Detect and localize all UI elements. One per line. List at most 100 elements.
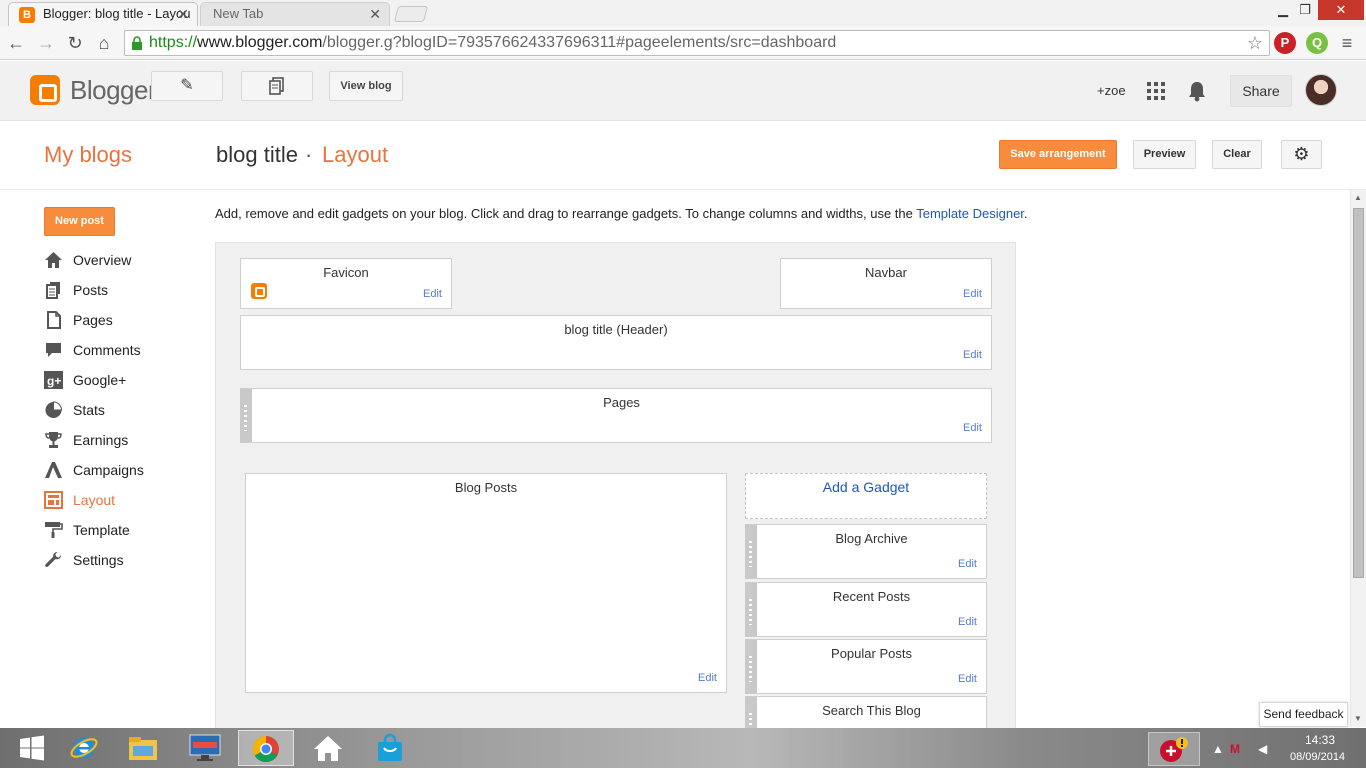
store-taskbar-button[interactable]: [362, 730, 418, 766]
edit-link[interactable]: Edit: [958, 558, 977, 570]
gadget-pages[interactable]: Pages Edit: [240, 388, 992, 443]
gadget-header[interactable]: blog title (Header) Edit: [240, 315, 992, 370]
intro-sentence: Add, remove and edit gadgets on your blo…: [215, 206, 917, 221]
sidebar-item-comments[interactable]: Comments: [44, 340, 204, 370]
trophy-icon: [44, 431, 63, 449]
tab-title: Blogger: blog title - Layou: [43, 6, 191, 21]
settings-gear-button[interactable]: ⚙: [1281, 140, 1322, 169]
posts-icon: [269, 77, 284, 95]
scroll-thumb[interactable]: [1353, 208, 1364, 578]
gadget-favicon[interactable]: Favicon Edit: [240, 258, 452, 309]
lenovo-taskbar-button[interactable]: [177, 730, 233, 766]
gadget-popular-posts[interactable]: Popular Posts Edit: [745, 639, 987, 694]
close-tab-icon[interactable]: ✕: [177, 3, 189, 25]
internet-explorer-taskbar-button[interactable]: [56, 730, 112, 766]
avatar[interactable]: [1305, 74, 1337, 106]
sidebar-item-campaigns[interactable]: Campaigns: [44, 460, 204, 490]
clock-time[interactable]: 14:33: [1305, 733, 1335, 747]
add-gadget-link[interactable]: Add a Gadget: [745, 473, 987, 519]
back-arrow-icon[interactable]: ←: [4, 31, 28, 55]
sidebar-item-pages[interactable]: Pages: [44, 310, 204, 340]
blogger-logo-icon[interactable]: [30, 75, 60, 105]
gadget-blog-posts[interactable]: Blog Posts Edit: [245, 473, 727, 693]
gadget-title: Blog Archive: [835, 531, 908, 546]
drag-handle[interactable]: [749, 541, 752, 567]
drag-handle[interactable]: [244, 405, 247, 431]
edit-link[interactable]: Edit: [963, 349, 982, 361]
drag-handle[interactable]: [749, 656, 752, 682]
page-scrollbar[interactable]: ▲ ▼: [1350, 190, 1366, 727]
blogger-favicon-icon: B: [19, 7, 35, 23]
bookmark-star-icon[interactable]: ☆: [1247, 31, 1263, 55]
pinterest-extension-icon[interactable]: P: [1274, 32, 1296, 54]
view-blog-button[interactable]: View blog: [329, 71, 403, 101]
sidebar-item-layout[interactable]: Layout: [44, 490, 204, 520]
gadget-search-blog[interactable]: Search This Blog: [745, 696, 987, 739]
close-window-button[interactable]: ✕: [1318, 0, 1364, 20]
clear-button[interactable]: Clear: [1212, 140, 1262, 169]
blogger-logo-text[interactable]: Blogger: [70, 75, 157, 106]
gadget-title: Popular Posts: [831, 646, 912, 661]
gadget-blog-archive[interactable]: Blog Archive Edit: [745, 524, 987, 579]
preview-button[interactable]: Preview: [1133, 140, 1196, 169]
forward-arrow-icon[interactable]: →: [34, 31, 58, 55]
my-blogs-link[interactable]: My blogs: [44, 142, 132, 168]
new-post-pencil-button[interactable]: ✎: [151, 71, 223, 101]
tab-blogger-layout[interactable]: B Blogger: blog title - Layou ✕: [8, 2, 198, 26]
chrome-taskbar-button[interactable]: [238, 730, 294, 766]
drag-handle[interactable]: [749, 599, 752, 625]
mcafee-shield-icon[interactable]: M: [1230, 742, 1240, 756]
speaker-icon[interactable]: ◀: [1258, 742, 1267, 756]
sidebar-item-settings[interactable]: Settings: [44, 550, 204, 580]
gadget-recent-posts[interactable]: Recent Posts Edit: [745, 582, 987, 637]
sidebar-item-overview[interactable]: Overview: [44, 250, 204, 280]
gadget-title: blog title (Header): [564, 322, 668, 337]
save-arrangement-button[interactable]: Save arrangement: [999, 140, 1117, 169]
comments-icon: [44, 341, 63, 359]
chrome-menu-icon[interactable]: ≡: [1336, 32, 1358, 54]
file-explorer-taskbar-button[interactable]: [115, 730, 171, 766]
pencil-icon: ✎: [180, 77, 194, 94]
sidebar-item-google-plus[interactable]: g+ Google+: [44, 370, 204, 400]
sidebar-item-label: Campaigns: [73, 462, 144, 478]
internet-explorer-icon: [70, 738, 98, 758]
mcafee-alert-icon: [1160, 737, 1188, 762]
maximize-window-button[interactable]: ❐: [1290, 0, 1320, 20]
new-post-button[interactable]: New post: [44, 207, 115, 236]
posts-list-button[interactable]: [241, 71, 313, 101]
home-icon[interactable]: ⌂: [92, 31, 116, 55]
gadget-navbar[interactable]: Navbar Edit: [780, 258, 992, 309]
share-button[interactable]: Share: [1230, 75, 1292, 107]
shopping-bag-icon: [378, 733, 402, 761]
edit-link[interactable]: Edit: [698, 672, 717, 684]
sidebar-item-earnings[interactable]: Earnings: [44, 430, 204, 460]
show-hidden-icons-arrow-icon[interactable]: ▲: [1212, 742, 1224, 756]
notifications-bell-icon[interactable]: [1188, 80, 1206, 102]
template-designer-link[interactable]: Template Designer: [916, 206, 1024, 221]
reload-icon[interactable]: ↻: [63, 31, 87, 55]
address-bar[interactable]: https://www.blogger.com/blogger.g?blogID…: [124, 30, 1270, 56]
mcafee-alert-button[interactable]: [1148, 732, 1200, 766]
home-taskbar-button[interactable]: [300, 730, 356, 766]
edit-link[interactable]: Edit: [423, 288, 442, 300]
google-plus-user-link[interactable]: +zoe: [1097, 83, 1126, 98]
sidebar-item-posts[interactable]: Posts: [44, 280, 204, 310]
sidebar-item-template[interactable]: Template: [44, 520, 204, 550]
edit-link[interactable]: Edit: [963, 288, 982, 300]
layout-canvas: Favicon Edit Navbar Edit blog title (Hea…: [215, 242, 1016, 739]
apps-grid-icon[interactable]: [1147, 82, 1165, 100]
scroll-down-arrow-icon[interactable]: ▼: [1354, 714, 1362, 723]
tab-new-tab[interactable]: New Tab ✕: [200, 2, 390, 26]
windows-start-button[interactable]: [4, 730, 60, 766]
scroll-up-arrow-icon[interactable]: ▲: [1354, 193, 1362, 202]
q-extension-icon[interactable]: Q: [1306, 32, 1328, 54]
close-tab-icon[interactable]: ✕: [369, 3, 381, 25]
edit-link[interactable]: Edit: [963, 422, 982, 434]
clock-date[interactable]: 08/09/2014: [1290, 751, 1345, 763]
new-tab-button[interactable]: [393, 6, 429, 22]
edit-link[interactable]: Edit: [958, 616, 977, 628]
send-feedback-button[interactable]: Send feedback: [1259, 702, 1348, 727]
edit-link[interactable]: Edit: [958, 673, 977, 685]
url-scheme: https://: [149, 34, 198, 51]
sidebar-item-stats[interactable]: Stats: [44, 400, 204, 430]
